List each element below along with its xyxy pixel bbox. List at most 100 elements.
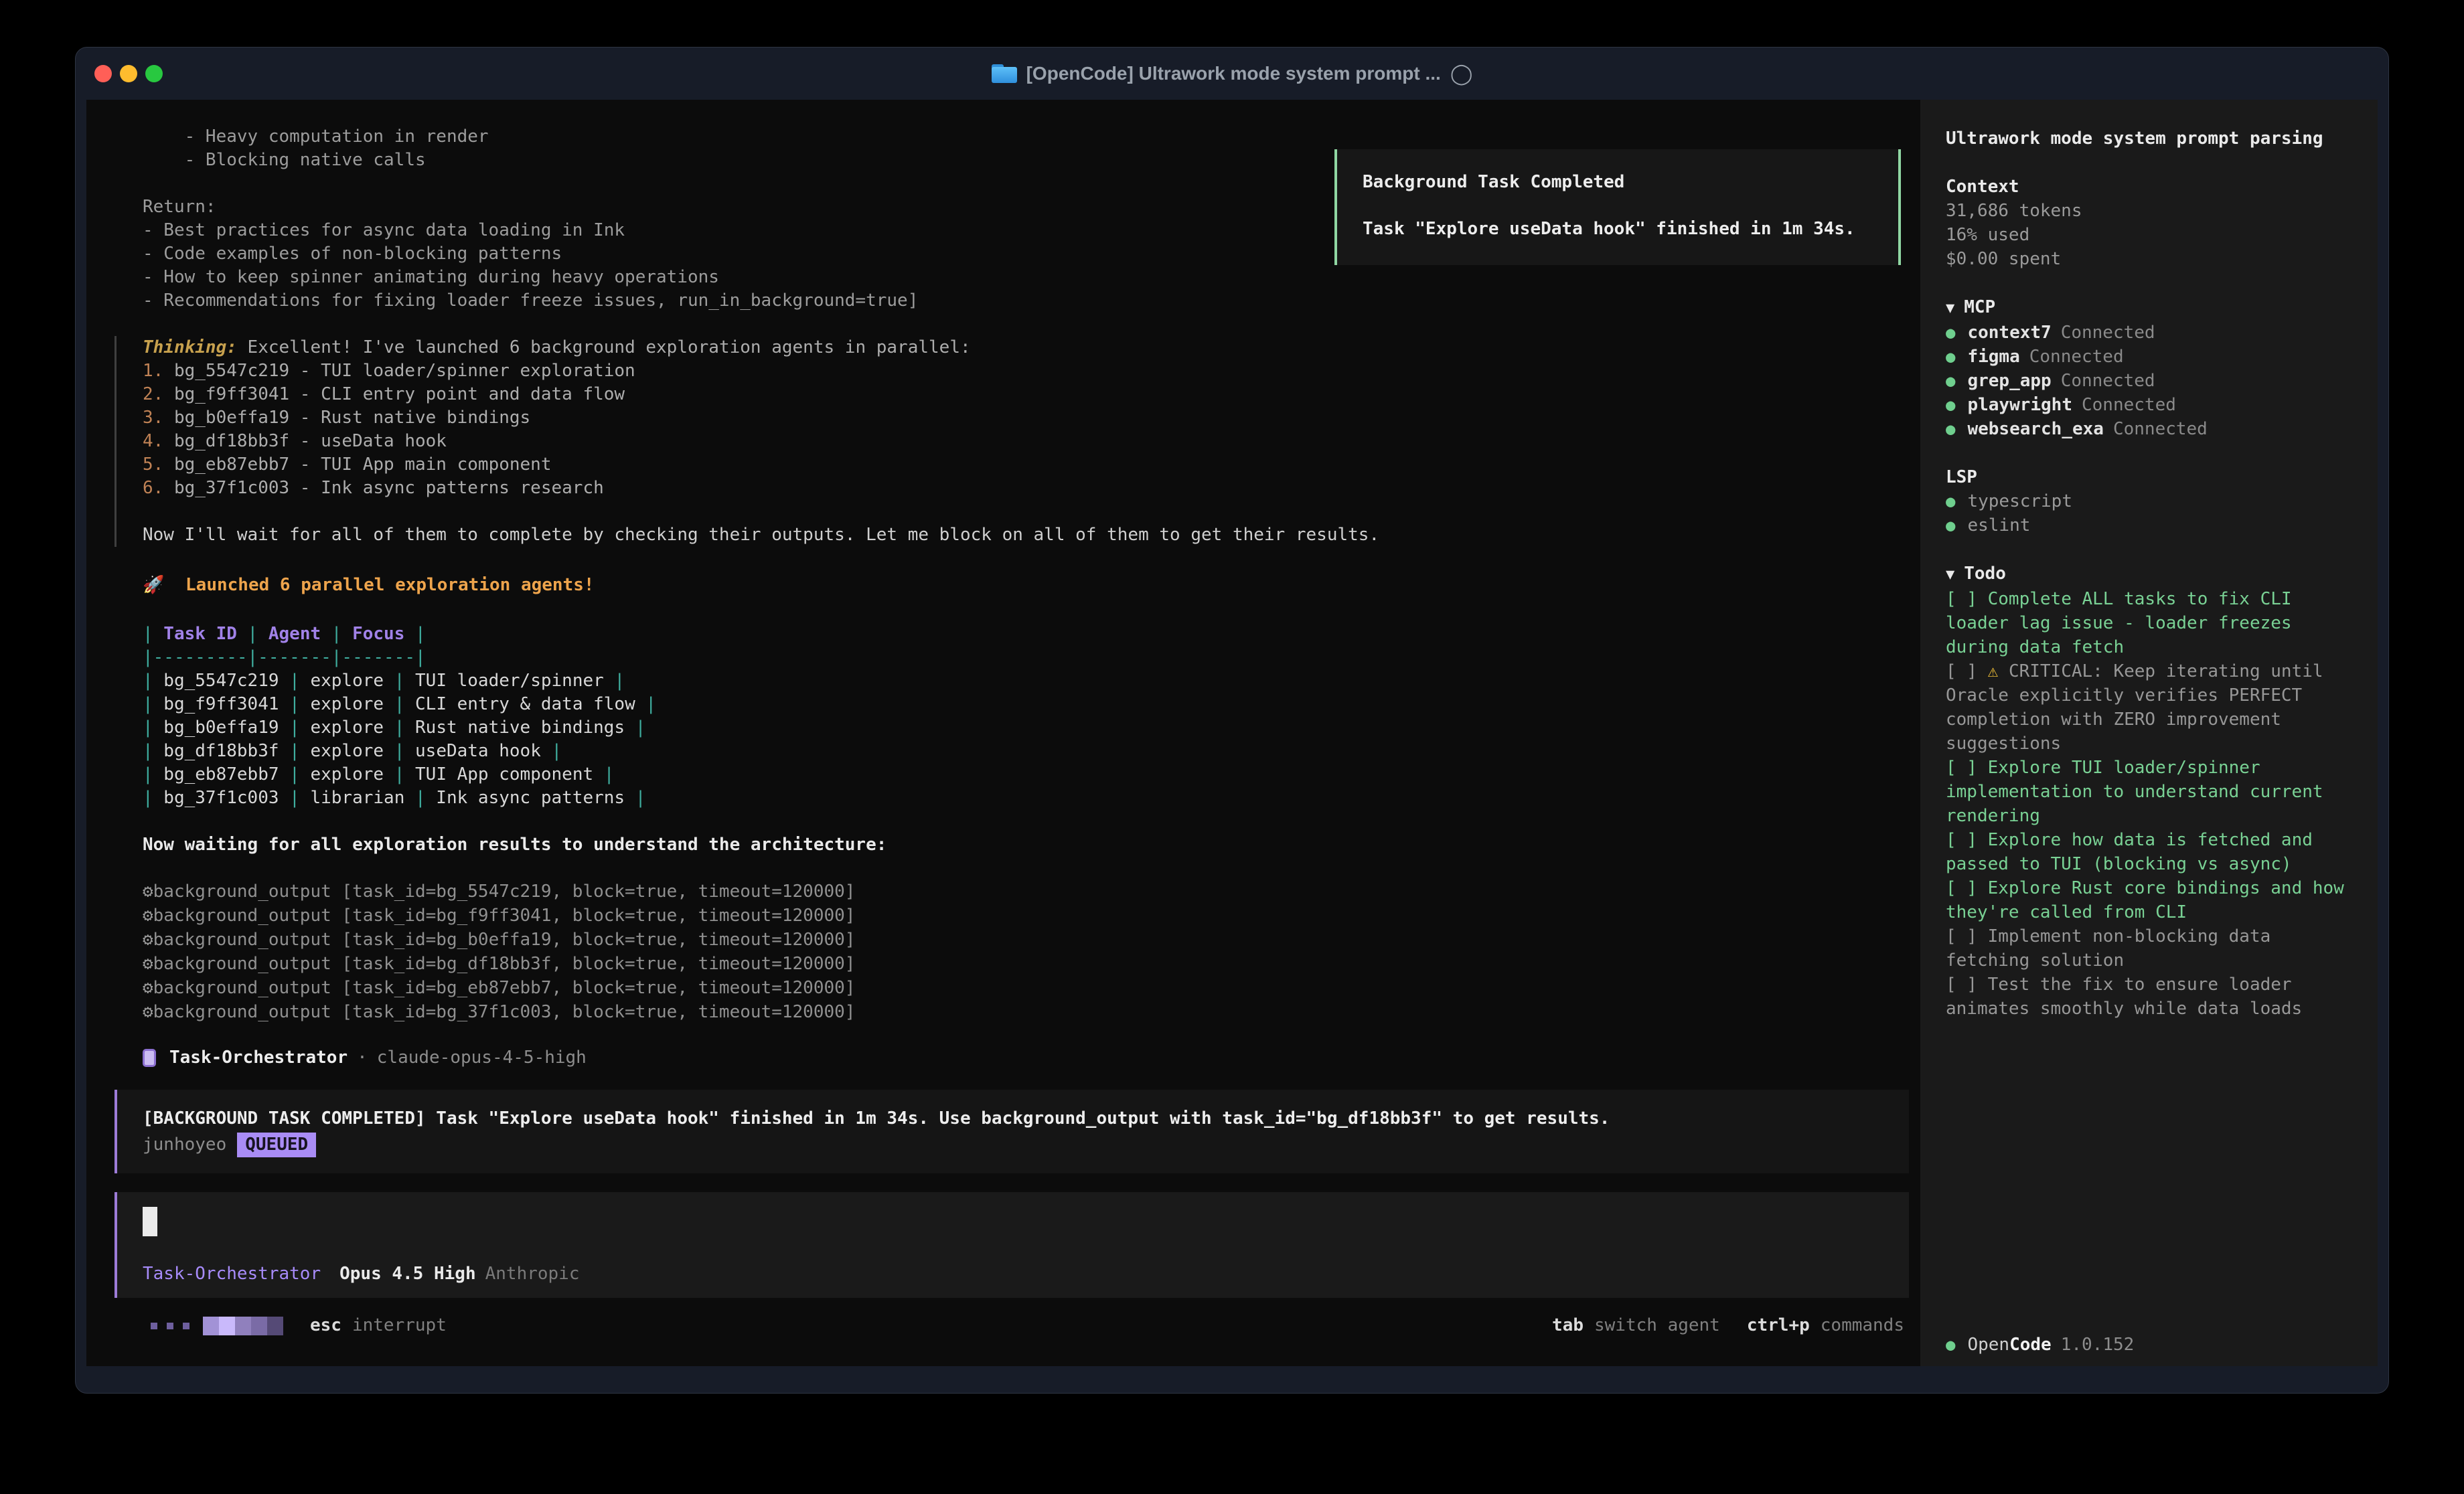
toast-title: Background Task Completed [1363,171,1873,194]
todo-heading[interactable]: ▼Todo [1946,562,2358,587]
table-pipe: | [394,741,405,761]
minimize-button[interactable] [120,65,137,82]
table-pipe: | [143,741,153,761]
table-pipe: | [289,694,300,714]
table-cell: useData hook [404,741,551,761]
prompt-input[interactable]: Task-Orchestrator Opus 4.5 High Anthropi… [114,1192,1909,1298]
input-agent-name[interactable]: Task-Orchestrator [143,1262,321,1286]
context-stat: 16% used [1946,223,2358,247]
table-row: | bg_37f1c003 | librarian | Ink async pa… [143,786,1920,810]
tool-call-line: ⚙background_output [task_id=bg_df18bb3f,… [143,952,1920,977]
tool-call-text: background_output [task_id=bg_37f1c003, … [153,1002,856,1022]
table-row: | bg_f9ff3041 | explore | CLI entry & da… [143,693,1920,716]
table-pipe: | [143,764,153,784]
thinking-item-text: bg_f9ff3041 - CLI entry point and data f… [174,384,625,404]
thinking-label: Thinking: [143,337,237,357]
mcp-item: ●context7Connected [1946,321,2358,345]
input-provider-name: Anthropic [485,1262,580,1286]
table-pipe: | [614,671,625,691]
table-cell: bg_37f1c003 [153,788,290,808]
todo-item: [ ] Explore TUI loader/spinner implement… [1946,756,2358,828]
waiting-line: Now waiting for all exploration results … [143,833,1920,857]
table-cell: Agent [258,624,331,644]
mcp-status: Connected [2082,393,2176,417]
lsp-section: LSP ●typescript●eslint [1946,465,2358,537]
input-model-name[interactable]: Opus 4.5 High [339,1262,476,1286]
context-heading: Context [1946,175,2358,199]
table-cell: explore [300,694,394,714]
ctrlp-key: ctrl+p [1747,1314,1810,1337]
gear-icon: ⚙ [143,1002,153,1022]
todo-checkbox: [ ] [1946,758,1988,778]
todo-item: [ ] Implement non-blocking data fetching… [1946,924,2358,973]
lsp-items: ●typescript●eslint [1946,489,2358,537]
tool-call-line: ⚙background_output [task_id=bg_eb87ebb7,… [143,977,1920,1001]
mcp-status: Connected [2061,321,2155,345]
tool-call-text: background_output [task_id=bg_b0effa19, … [153,930,856,950]
tab-hint: tab switch agent [1552,1314,1720,1337]
thinking-item-number: 6. [143,478,174,498]
mcp-name: playwright [1967,393,2072,417]
chevron-down-icon: ▼ [1946,566,1954,583]
esc-key: esc [310,1314,341,1337]
context-lines: 31,686 tokens16% used$0.00 spent [1946,199,2358,271]
title-circle-icon: ◯ [1450,62,1473,86]
table-row: | bg_5547c219 | explore | TUI loader/spi… [143,669,1920,693]
table-cell: Focus [341,624,415,644]
mcp-items: ●context7Connected●figmaConnected●grep_a… [1946,321,2358,441]
thinking-item: 4. bg_df18bb3f - useData hook [143,430,1920,453]
tool-call-line: ⚙background_output [task_id=bg_f9ff3041,… [143,904,1920,928]
todo-text: Implement non-blocking data fetching sol… [1946,926,2270,971]
lsp-heading: LSP [1946,465,2358,489]
mcp-item: ●websearch_exaConnected [1946,417,2358,441]
mcp-name: context7 [1967,321,2051,345]
tool-call-lines: ⚙ background_output [task_id=bg_5547c219,… [86,880,1920,1025]
table-pipe: | [635,718,646,738]
table-cell: TUI loader/spinner [404,671,614,691]
thinking-item-text: bg_eb87ebb7 - TUI App main component [174,454,552,475]
table-cell: TUI App component [404,764,603,784]
agent-line: Task-Orchestrator · claude-opus-4-5-high [143,1046,1920,1070]
session-title: Ultrawork mode system prompt parsing [1946,127,2358,151]
gear-icon: ⚙ [143,954,153,974]
table-pipe: | [394,671,405,691]
thinking-item-number: 4. [143,431,174,451]
scrollback-line: - Recommendations for fixing loader free… [143,289,1920,313]
commands-hint: ctrl+p commands [1747,1314,1904,1337]
table-pipe: | [289,741,300,761]
mcp-item: ●playwrightConnected [1946,393,2358,417]
zoom-button[interactable] [145,65,163,82]
tool-call-line: ⚙background_output [task_id=bg_b0effa19,… [143,928,1920,952]
thinking-item-number: 5. [143,454,174,475]
todo-checkbox: [ ] [1946,830,1988,850]
mcp-name: grep_app [1967,369,2051,393]
table-pipe: | [143,671,153,691]
todo-text: Complete ALL tasks to fix CLI loader lag… [1946,589,2292,657]
esc-label: interrupt [352,1314,447,1337]
thinking-item-text: bg_df18bb3f - useData hook [174,431,447,451]
tool-call-text: background_output [task_id=bg_f9ff3041, … [153,906,856,926]
table-pipe: | [289,764,300,784]
todo-checkbox: [ ] [1946,926,1988,946]
mcp-item: ●figmaConnected [1946,345,2358,369]
table-cell: bg_f9ff3041 [153,694,290,714]
agent-badge-icon [143,1049,156,1067]
close-button[interactable] [94,65,112,82]
table-pipe: | [289,671,300,691]
tool-call-line: ⚙background_output [task_id=bg_5547c219,… [143,880,1920,904]
tool-call-text: background_output [task_id=bg_5547c219, … [153,882,856,902]
green-dot-icon: ● [1946,489,1955,513]
table-pipe: | [143,718,153,738]
green-dot-icon: ● [1946,513,1955,537]
table-cell: bg_df18bb3f [153,741,290,761]
table-pipe: | [143,624,153,644]
table-cell: bg_eb87ebb7 [153,764,290,784]
todo-item: [ ] Explore how data is fetched and pass… [1946,828,2358,876]
tool-call-line: ⚙background_output [task_id=bg_37f1c003,… [143,1001,1920,1025]
background-task-toast[interactable]: Background Task Completed Task "Explore … [1334,149,1901,265]
mcp-heading[interactable]: ▼MCP [1946,295,2358,321]
window-title: [OpenCode] Ultrawork mode system prompt … [1026,63,1441,84]
status-bar: esc interrupt tab switch agent ctrl+p co… [151,1314,1904,1337]
brand-code: Code [2009,1333,2052,1357]
mcp-name: figma [1967,345,2019,369]
